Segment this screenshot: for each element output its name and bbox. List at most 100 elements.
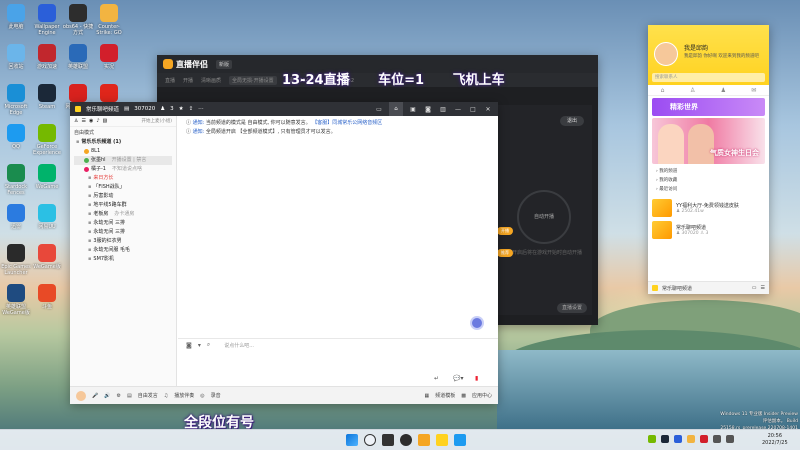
task-view-icon[interactable] [382,434,394,446]
desktop-icon[interactable]: Stardock Fences [0,164,32,196]
desktop-icon[interactable]: 英雄联盟 WeGame版 [0,284,32,316]
gift-icon[interactable]: ▥ [438,106,448,113]
live-quality-label[interactable]: 清晰画质 [201,77,221,84]
queue-mic-link[interactable]: 开始上麦(小组) [141,118,172,124]
yy-cast-icon[interactable]: ▭ [752,285,757,291]
yy-menu-item[interactable]: › 我的收藏 [656,176,761,185]
yy-banner-world[interactable]: 精彩世界 [652,98,765,116]
equalizer-icon[interactable]: ⚙ [116,393,120,399]
yy-tab-home-icon[interactable]: ⌂ [661,87,665,94]
channel-user-row[interactable]: 橘子-1 不知道说点啥 [74,165,172,174]
desktop-icon[interactable]: 此电脑 [0,4,32,30]
yy-menu-item[interactable]: › 我的频道 [656,167,761,176]
auto-start-ring[interactable]: 自动开播 [517,190,571,244]
minimize-icon[interactable]: — [453,106,463,113]
live-tab-start[interactable]: 开播 [183,77,193,84]
record-icon[interactable]: ◉ [89,118,93,124]
screen-share-icon[interactable]: ▭ [374,106,384,113]
channel-tree-row[interactable]: ▪ 永劫无间 三排 [74,219,172,228]
tray-volume-icon[interactable] [726,435,734,443]
channel-user-row[interactable]: 8L1 [74,147,172,156]
channel-tree-row[interactable]: ▪ SM7影机 [74,255,172,264]
live-source-label[interactable]: 全局无损·开播设置 [229,75,277,85]
search-icon[interactable]: ⌕ [207,341,210,349]
desktop-icon[interactable]: Epic Games Launcher [0,244,32,276]
desktop-icon[interactable]: obs64 - 快捷方式 [62,4,94,36]
desktop-icon[interactable]: 斗鱼 [31,284,63,310]
avatar[interactable] [76,390,86,401]
live-exit-button[interactable]: 退出 [560,116,584,126]
chat-bubble-icon[interactable]: 💬▾ [453,375,463,382]
yy-banner-birthday[interactable]: 气质女神生日会 [652,118,765,164]
list-icon[interactable]: ☰ [81,118,85,124]
channel-tree-row[interactable]: ▪ 3服的红衣男 [74,237,172,246]
channel-tree-row[interactable]: ▪ 地平线5路车群 [74,201,172,210]
channel-tree-row[interactable]: ▪ 永劫无间 三排 [74,228,172,237]
gamepad-emoji-icon[interactable]: ◙ [186,342,192,349]
record-button[interactable]: 录音 [211,392,221,399]
live-tab-live[interactable]: 直播 [165,77,175,84]
tray-steam-icon[interactable] [661,435,669,443]
desktop-icon[interactable]: 英雄联盟 [62,44,94,70]
chevron-down-icon[interactable]: ▾ [198,342,201,349]
yy-username[interactable]: 我是邱韵 [684,43,708,52]
taskbar-clock[interactable]: 20:56 2022/7/25 [762,433,788,447]
star-icon[interactable]: ★ [179,106,184,112]
channel-user-row[interactable]: 张墨hl 开播设置 | 禁言 [74,156,172,165]
app-center-button[interactable]: 应用中心 [472,392,492,399]
tray-wifi-icon[interactable] [713,435,721,443]
user-icon[interactable]: ♙ [74,118,78,124]
desktop-icon[interactable]: WeGame [31,164,63,190]
channel-tree-row[interactable]: ▪ 「FISH战队」 [74,183,172,192]
qq-app-icon[interactable] [454,434,466,446]
live-settings-button[interactable]: 直播设置 [557,303,587,313]
yy-tab-groups-icon[interactable]: ♟ [721,87,726,94]
desktop-icon[interactable]: 网易UU [31,204,63,230]
yy-signature[interactable]: 我是邱韵 你好啊 欢迎来到我的频道吧 [684,53,764,59]
tray-app-icon[interactable] [700,435,708,443]
yy-menu-item[interactable]: › 最近访问 [656,185,761,194]
channel-tree-row[interactable]: ▪ 常乐乐乐频道 (1) [74,138,172,147]
close-icon[interactable]: ✕ [483,106,493,113]
tray-wallpaper-icon[interactable] [674,435,682,443]
desktop-icon[interactable]: Steam [31,84,63,110]
yy-settings-icon[interactable]: ☰ [761,285,765,291]
desktop-icon[interactable]: WeGame版 [31,244,63,270]
channel-tree-row[interactable]: ▪ 永劫无间服 毛毛 [74,246,172,255]
notice-link[interactable]: 【客服】同城常乐公网络音频区 [312,120,382,126]
desktop-icon[interactable]: 回收站 [0,44,32,70]
chat-input[interactable]: 说点什么吧... [224,342,254,349]
desktop-icon[interactable]: Microsoft Edge [0,84,32,116]
quick-action-button[interactable] [470,316,484,330]
channel-tree-row[interactable]: ▪ 来日方长 [74,174,172,183]
desktop-icon[interactable]: 实况 [93,44,125,70]
live-pill-start[interactable]: 开播 [497,227,513,235]
mic-icon[interactable]: ♪ [96,118,99,124]
live-version-badge[interactable]: 新版 [216,59,233,69]
yy-bottom-channel[interactable]: 常乐聊吧频道 [662,285,692,292]
live-pill-recommend[interactable]: 推荐 [497,249,513,257]
desktop-icon[interactable]: Counter-Strike: GO [93,4,125,36]
yy-avatar[interactable] [654,42,678,66]
more-icon[interactable]: ⋯ [198,106,204,112]
maximize-icon[interactable]: □ [468,106,478,113]
send-options-icon[interactable]: ↵ [434,375,439,382]
desktop-icon[interactable]: Wallpaper Engine [31,4,63,36]
yy-room-item[interactable]: YY福利大厅-免费领钱送皮肤 ♟ 2502.41w [648,197,769,219]
search-icon[interactable] [364,434,376,446]
gamepad-icon[interactable]: ◙ [423,106,433,113]
yy-search-input[interactable]: 搜索联系人 [652,73,765,82]
start-icon[interactable] [346,434,358,446]
desktop-icon[interactable]: 迅雷 [0,204,32,230]
yy-app-icon[interactable] [436,434,448,446]
music-button[interactable]: 播放伴奏 [174,392,194,399]
channel-tree-row[interactable]: ▪ 老板房 办卡通房 [74,210,172,219]
livestream-app-icon[interactable] [418,434,430,446]
mic-toggle-icon[interactable]: 🎤 [92,393,98,399]
yy-tab-contacts-icon[interactable]: ♙ [690,87,695,94]
channel-tree-row[interactable]: ▪ 厉害影动 [74,192,172,201]
desktop-icon[interactable]: GeForce Experience [31,124,63,156]
channel-template-button[interactable]: 频道模板 [435,392,455,399]
desktop-icon[interactable]: QQ [0,124,32,150]
obs-icon[interactable] [400,434,412,446]
